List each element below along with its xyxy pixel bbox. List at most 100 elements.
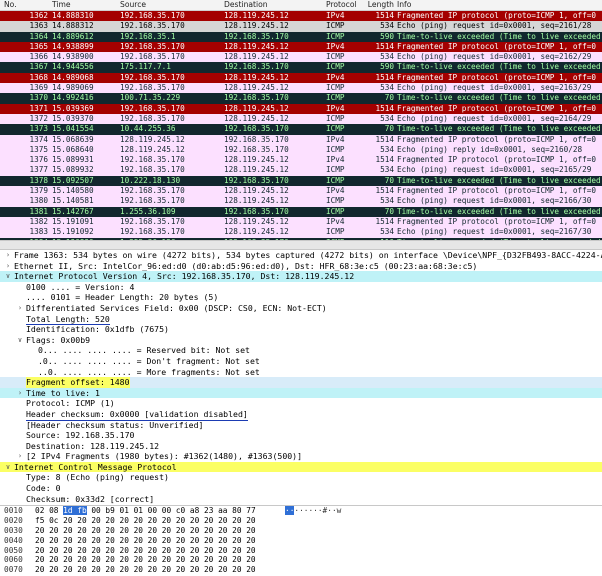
- column-destination[interactable]: Destination: [224, 0, 326, 10]
- hex-row[interactable]: 0020 f5 0c 20 20 20 20 20 20 20 20 20 20 …: [0, 516, 602, 526]
- packet-info: Time-to-live exceeded (Time to live exce…: [397, 31, 601, 41]
- detail-tree-item[interactable]: Code: 0: [0, 483, 602, 494]
- expand-arrow-icon[interactable]: ›: [16, 388, 24, 399]
- packet-protocol: IPv4: [326, 155, 345, 165]
- collapse-arrow-icon[interactable]: ∨: [4, 271, 12, 282]
- column-no[interactable]: No.: [0, 0, 52, 10]
- expand-arrow-icon[interactable]: ›: [4, 250, 12, 261]
- packet-source: 192.168.35.170: [120, 216, 185, 226]
- expand-arrow-icon[interactable]: ›: [16, 451, 24, 462]
- detail-tree-item[interactable]: [Header checksum status: Unverified]: [0, 420, 602, 431]
- packet-row[interactable]: 1381 15.142767 1.255.36.109 192.168.35.170 I…: [0, 206, 602, 217]
- collapse-arrow-icon[interactable]: ∨: [16, 335, 24, 346]
- packet-no: 1374: [29, 134, 48, 144]
- hex-row[interactable]: 0050 20 20 20 20 20 20 20 20 20 20 20 20 …: [0, 546, 602, 556]
- column-protocol[interactable]: Protocol: [326, 0, 364, 10]
- detail-tree-item[interactable]: › Differentiated Services Field: 0x00 (DS…: [0, 303, 602, 314]
- packet-row[interactable]: 1374 15.068639 128.119.245.12 192.168.35.17…: [0, 134, 602, 145]
- detail-tree-item[interactable]: .... 0101 = Header Length: 20 bytes (5): [0, 292, 602, 303]
- detail-tree-item[interactable]: Source: 192.168.35.170: [0, 430, 602, 441]
- detail-tree-item[interactable]: Fragment offset: 1480: [0, 377, 602, 388]
- packet-row[interactable]: 1364 14.889612 192.168.35.1 192.168.35.170 I…: [0, 31, 602, 42]
- hex-bytes: 02 08 1d fb 00 b9 01 01 00 00 c0 a8 23 a…: [35, 506, 256, 516]
- packet-row[interactable]: 1376 15.089931 192.168.35.170 128.119.245.1…: [0, 155, 602, 166]
- hex-row[interactable]: 0070 20 20 20 20 20 20 20 20 20 20 20 20 …: [0, 565, 602, 575]
- detail-tree-item[interactable]: .0.. .... .... .... = Don't fragment: No…: [0, 356, 602, 367]
- detail-tree-item[interactable]: ∨ Internet Control Message Protocol: [0, 461, 602, 473]
- packet-destination: 128.119.245.12: [224, 41, 289, 51]
- pane-splitter[interactable]: [0, 240, 602, 250]
- packet-row[interactable]: 1377 15.089932 192.168.35.170 128.119.245.1…: [0, 165, 602, 176]
- hex-row[interactable]: 0040 20 20 20 20 20 20 20 20 20 20 20 20 …: [0, 536, 602, 546]
- packet-row[interactable]: 1383 15.191092 192.168.35.170 128.119.245.1…: [0, 227, 602, 238]
- packet-info: Echo (ping) request id=0x0001, seq=2163/…: [397, 83, 592, 93]
- detail-tree-item[interactable]: ..0. .... .... .... = More fragments: No…: [0, 367, 602, 379]
- detail-tree-item[interactable]: ∨ Flags: 0x00b9: [0, 335, 602, 346]
- detail-tree-item[interactable]: Header checksum: 0x0000 [validation disa…: [0, 409, 602, 421]
- hex-offset: 0050: [4, 545, 23, 555]
- packet-time: 15.089932: [52, 165, 94, 175]
- packet-row[interactable]: 1379 15.140580 192.168.35.170 128.119.245.1…: [0, 186, 602, 197]
- packet-protocol: ICMP: [326, 83, 345, 93]
- packet-list[interactable]: No. Time Source Destination Protocol Len…: [0, 0, 602, 240]
- packet-source: 10.44.255.36: [120, 124, 176, 134]
- detail-tree-item[interactable]: Checksum: 0x33d2 [correct]: [0, 494, 602, 505]
- packet-no: 1362: [29, 11, 48, 20]
- packet-row[interactable]: 1378 15.092507 10.222.18.130 192.168.35.170…: [0, 175, 602, 187]
- detail-tree-item[interactable]: Protocol: ICMP (1): [0, 398, 602, 409]
- hex-bytes: 20 20 20 20 20 20 20 20 20 20 20 20 20 2…: [35, 565, 256, 575]
- column-info[interactable]: Info: [397, 0, 602, 10]
- packet-row[interactable]: 1366 14.938900 192.168.35.170 128.119.245.1…: [0, 52, 602, 63]
- expand-arrow-icon[interactable]: ›: [16, 303, 24, 314]
- packet-row[interactable]: 1367 14.944556 175.117.7.1 192.168.35.170 IC…: [0, 62, 602, 73]
- packet-row[interactable]: 1368 14.989068 192.168.35.170 128.119.245.1…: [0, 72, 602, 84]
- packet-info: Echo (ping) request id=0x0001, seq=2161/…: [397, 21, 592, 31]
- packet-row[interactable]: 1372 15.039370 192.168.35.170 128.119.245.1…: [0, 113, 602, 125]
- packet-source: 192.168.35.170: [120, 21, 185, 31]
- detail-tree-item[interactable]: 0100 .... = Version: 4: [0, 282, 602, 293]
- hex-row[interactable]: 0060 20 20 20 20 20 20 20 20 20 20 20 20 …: [0, 555, 602, 565]
- hex-bytes-text: 02 08: [35, 506, 64, 515]
- packet-details[interactable]: › Frame 1363: 534 bytes on wire (4272 bit…: [0, 250, 602, 505]
- packet-row[interactable]: 1365 14.938899 192.168.35.170 128.119.245.1…: [0, 41, 602, 53]
- detail-tree-item[interactable]: › [2 IPv4 Fragments (1980 bytes): #1362(1…: [0, 451, 602, 463]
- packet-info: Time-to-live exceeded (Time to live exce…: [397, 93, 601, 103]
- collapse-arrow-icon[interactable]: ∨: [4, 462, 12, 473]
- detail-tree-item[interactable]: ∨ Internet Protocol Version 4, Src: 192.1…: [0, 271, 602, 282]
- detail-tree-item[interactable]: Total Length: 520: [0, 314, 602, 326]
- packet-source: 192.168.35.170: [120, 227, 185, 237]
- detail-text: 0100 .... = Version: 4: [26, 281, 135, 292]
- detail-tree-item[interactable]: Type: 8 (Echo (ping) request): [0, 472, 602, 483]
- detail-tree-item[interactable]: 0... .... .... .... = Reserved bit: Not …: [0, 345, 602, 356]
- packet-row[interactable]: 1375 15.068640 128.119.245.12 192.168.35.17…: [0, 144, 602, 156]
- detail-tree-item[interactable]: › Time to live: 1: [0, 387, 602, 399]
- expand-arrow-icon[interactable]: ›: [4, 261, 12, 272]
- detail-tree-item[interactable]: Destination: 128.119.245.12: [0, 441, 602, 452]
- packet-rows: 1362 14.888310 192.168.35.170 128.119.245.1…: [0, 11, 602, 240]
- packet-no: 1366: [29, 52, 48, 62]
- packet-destination: 128.119.245.12: [224, 155, 289, 165]
- detail-tree-item[interactable]: › Frame 1363: 534 bytes on wire (4272 bit…: [0, 250, 602, 261]
- detail-tree-item[interactable]: › Ethernet II, Src: IntelCor_96:ed:d0 (d0…: [0, 261, 602, 272]
- packet-destination: 192.168.35.170: [224, 175, 289, 185]
- packet-row[interactable]: 1363 14.888312 192.168.35.170 128.119.245.1…: [0, 21, 602, 32]
- packet-length: 590: [380, 62, 394, 72]
- detail-text: Code: 0: [26, 483, 61, 494]
- hex-row[interactable]: 0010 02 08 1d fb 00 b9 01 01 00 00 c0 a8 …: [0, 506, 602, 516]
- packet-row[interactable]: 1371 15.039369 192.168.35.170 128.119.245.1…: [0, 103, 602, 114]
- hex-row[interactable]: 0030 20 20 20 20 20 20 20 20 20 20 20 20 …: [0, 526, 602, 536]
- detail-tree-item[interactable]: Identification: 0x1dfb (7675): [0, 324, 602, 335]
- column-source[interactable]: Source: [120, 0, 224, 10]
- packet-row[interactable]: 1362 14.888310 192.168.35.170 128.119.245.1…: [0, 11, 602, 22]
- column-time[interactable]: Time: [52, 0, 120, 10]
- packet-row[interactable]: 1373 15.041554 10.44.255.36 192.168.35.170 I…: [0, 124, 602, 135]
- packet-time: 14.938899: [52, 41, 94, 51]
- column-length[interactable]: Length: [364, 0, 397, 10]
- packet-row[interactable]: 1370 14.992416 100.71.35.229 192.168.35.170…: [0, 93, 602, 104]
- packet-no: 1373: [29, 124, 48, 134]
- packet-info: Time-to-live exceeded (Time to live exce…: [397, 62, 601, 72]
- packet-bytes[interactable]: 0010 02 08 1d fb 00 b9 01 01 00 00 c0 a8 …: [0, 505, 602, 576]
- packet-row[interactable]: 1369 14.989069 192.168.35.170 128.119.245.1…: [0, 83, 602, 94]
- packet-row[interactable]: 1380 15.140581 192.168.35.170 128.119.245.1…: [0, 196, 602, 207]
- packet-row[interactable]: 1382 15.191091 192.168.35.170 128.119.245.1…: [0, 216, 602, 228]
